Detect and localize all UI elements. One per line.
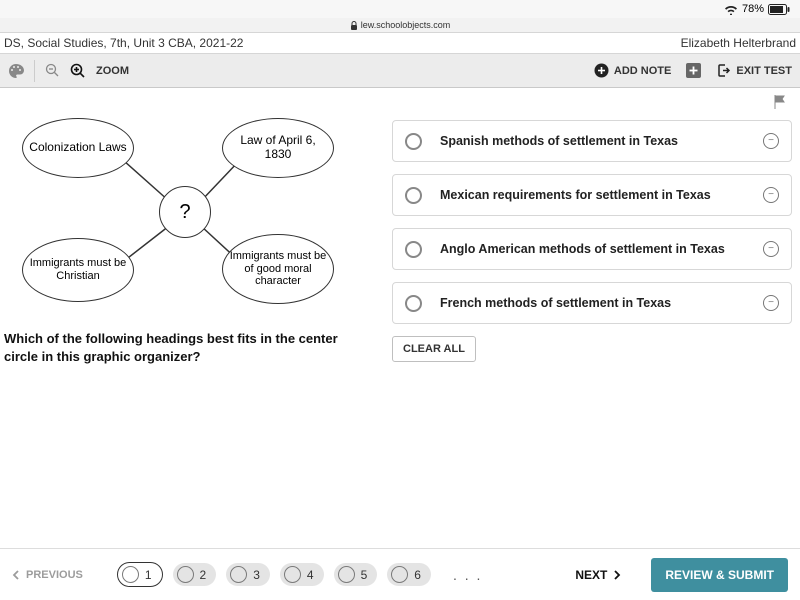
page-number: 3 [253, 568, 260, 582]
radio-icon [405, 241, 422, 258]
graphic-organizer: Colonization Laws Law of April 6, 1830 ?… [4, 116, 354, 316]
chevron-right-icon [613, 570, 621, 580]
radio-icon [405, 295, 422, 312]
next-button[interactable]: NEXT [575, 568, 621, 582]
exit-icon [716, 63, 731, 78]
page-indicator: 1 2 3 4 5 6 . . . [117, 562, 495, 587]
option-label: Spanish methods of settlement in Texas [440, 134, 745, 148]
user-name: Elizabeth Helterbrand [681, 36, 796, 50]
flag-question-button[interactable] [772, 94, 788, 115]
page-ellipsis: . . . [453, 567, 482, 583]
exit-test-button[interactable]: EXIT TEST [716, 63, 792, 78]
browser-url-bar: lew.schoolobjects.com [0, 18, 800, 32]
page-number: 5 [361, 568, 368, 582]
radio-icon [405, 133, 422, 150]
progress-ring-icon [391, 566, 408, 583]
zoom-button[interactable]: ZOOM [96, 65, 129, 77]
footer-nav: PREVIOUS 1 2 3 4 5 6 . . . NEXT REVIEW &… [0, 548, 800, 600]
add-note-label: ADD NOTE [614, 65, 671, 77]
device-status-bar: 78% [0, 0, 800, 18]
lock-icon [350, 21, 358, 30]
add-circle-icon [594, 63, 609, 78]
page-3[interactable]: 3 [226, 563, 270, 586]
option-c[interactable]: Anglo American methods of settlement in … [392, 228, 792, 270]
page-4[interactable]: 4 [280, 563, 324, 586]
clear-all-button[interactable]: CLEAR ALL [392, 336, 476, 362]
add-note-button[interactable]: ADD NOTE [594, 63, 671, 78]
toolbar: ZOOM ADD NOTE EXIT TEST [0, 54, 800, 88]
diagram-node-tl: Colonization Laws [22, 118, 134, 178]
test-title-bar: DS, Social Studies, 7th, Unit 3 CBA, 202… [0, 32, 800, 54]
option-label: Mexican requirements for settlement in T… [440, 188, 745, 202]
url-host: lew.schoolobjects.com [361, 20, 451, 30]
progress-ring-icon [284, 566, 301, 583]
zoom-label: ZOOM [96, 65, 129, 77]
page-6[interactable]: 6 [387, 563, 431, 586]
battery-percent: 78% [742, 3, 764, 15]
minus-circle-icon[interactable]: − [763, 133, 779, 149]
diagram-node-br: Immigrants must be of good moral charact… [222, 234, 334, 304]
page-2[interactable]: 2 [173, 563, 217, 586]
page-number: 4 [307, 568, 314, 582]
palette-icon[interactable] [8, 63, 24, 79]
wifi-icon [724, 4, 738, 15]
toolbar-divider [34, 60, 35, 82]
diagram-node-center: ? [159, 186, 211, 238]
zoom-out-icon[interactable] [45, 63, 60, 78]
option-label: Anglo American methods of settlement in … [440, 242, 745, 256]
chevron-left-icon [12, 570, 20, 580]
answer-panel: Spanish methods of settlement in Texas −… [392, 120, 792, 548]
review-submit-button[interactable]: REVIEW & SUBMIT [651, 558, 788, 592]
previous-button[interactable]: PREVIOUS [12, 569, 83, 581]
question-text: Which of the following headings best fit… [4, 330, 369, 366]
option-label: French methods of settlement in Texas [440, 296, 745, 310]
test-title: DS, Social Studies, 7th, Unit 3 CBA, 202… [4, 36, 243, 50]
battery-icon [768, 4, 790, 15]
minus-circle-icon[interactable]: − [763, 187, 779, 203]
page-number: 6 [414, 568, 421, 582]
progress-ring-icon [338, 566, 355, 583]
page-number: 2 [200, 568, 207, 582]
progress-ring-icon [122, 566, 139, 583]
radio-icon [405, 187, 422, 204]
previous-label: PREVIOUS [26, 569, 83, 581]
question-panel: Colonization Laws Law of April 6, 1830 ?… [4, 100, 374, 548]
page-5[interactable]: 5 [334, 563, 378, 586]
option-a[interactable]: Spanish methods of settlement in Texas − [392, 120, 792, 162]
minus-circle-icon[interactable]: − [763, 241, 779, 257]
next-label: NEXT [575, 568, 607, 582]
option-d[interactable]: French methods of settlement in Texas − [392, 282, 792, 324]
progress-ring-icon [177, 566, 194, 583]
zoom-in-icon[interactable] [70, 63, 86, 79]
option-b[interactable]: Mexican requirements for settlement in T… [392, 174, 792, 216]
page-number: 1 [145, 568, 152, 582]
progress-ring-icon [230, 566, 247, 583]
diagram-node-tr: Law of April 6, 1830 [222, 118, 334, 178]
content-area: Colonization Laws Law of April 6, 1830 ?… [0, 88, 800, 548]
minus-circle-icon[interactable]: − [763, 295, 779, 311]
page-1[interactable]: 1 [117, 562, 163, 587]
exit-test-label: EXIT TEST [736, 65, 792, 77]
bookmark-add-icon[interactable] [685, 62, 702, 79]
diagram-node-bl: Immigrants must be Christian [22, 238, 134, 302]
